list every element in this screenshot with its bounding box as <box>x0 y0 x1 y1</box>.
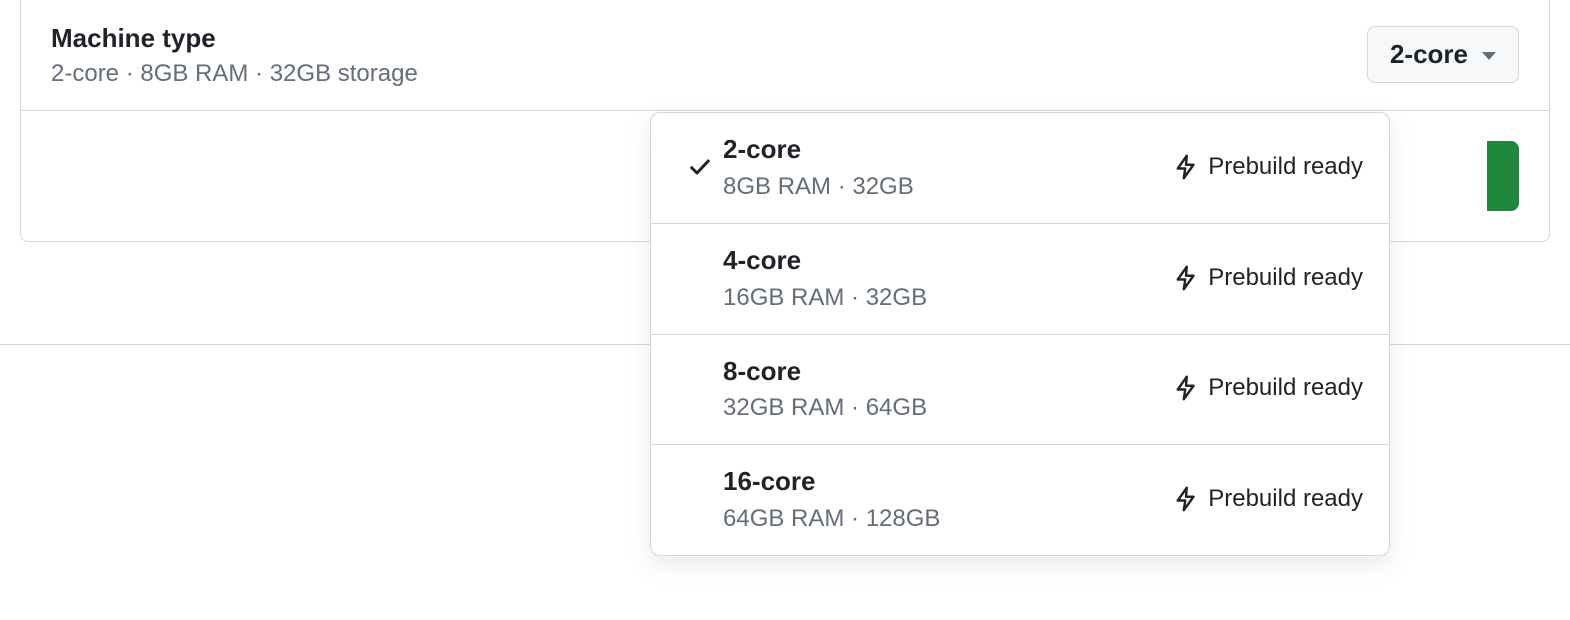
prebuild-label: Prebuild ready <box>1208 153 1363 181</box>
machine-type-title: Machine type <box>51 22 418 56</box>
prebuild-badge: Prebuild ready <box>1174 153 1363 181</box>
option-subtitle: 16GB RAM · 32GB <box>723 284 1174 312</box>
prebuild-badge: Prebuild ready <box>1174 264 1363 292</box>
prebuild-label: Prebuild ready <box>1208 374 1363 402</box>
prebuild-label: Prebuild ready <box>1208 485 1363 513</box>
prebuild-badge: Prebuild ready <box>1174 485 1363 513</box>
zap-icon <box>1174 154 1198 180</box>
zap-icon <box>1174 486 1198 512</box>
check-icon <box>688 155 712 179</box>
machine-option-16-core[interactable]: 16-core 64GB RAM · 128GB Prebuild ready <box>651 444 1389 555</box>
machine-option-4-core[interactable]: 4-core 16GB RAM · 32GB Prebuild ready <box>651 223 1389 334</box>
option-title: 4-core <box>723 244 1174 278</box>
selected-check <box>677 155 723 179</box>
machine-type-row: Machine type 2-core · 8GB RAM · 32GB sto… <box>21 0 1549 111</box>
machine-type-subtitle: 2-core · 8GB RAM · 32GB storage <box>51 60 418 88</box>
option-title: 8-core <box>723 355 1174 389</box>
machine-type-dropdown: 2-core 8GB RAM · 32GB Prebuild ready 4-c… <box>650 112 1390 556</box>
zap-icon <box>1174 375 1198 401</box>
option-title: 2-core <box>723 133 1174 167</box>
machine-type-selected-label: 2-core <box>1390 39 1468 70</box>
option-subtitle: 32GB RAM · 64GB <box>723 394 1174 422</box>
option-subtitle: 64GB RAM · 128GB <box>723 505 1174 533</box>
zap-icon <box>1174 265 1198 291</box>
machine-type-header: Machine type 2-core · 8GB RAM · 32GB sto… <box>51 22 418 88</box>
machine-option-2-core[interactable]: 2-core 8GB RAM · 32GB Prebuild ready <box>651 113 1389 223</box>
create-button[interactable] <box>1487 141 1519 211</box>
prebuild-label: Prebuild ready <box>1208 264 1363 292</box>
option-subtitle: 8GB RAM · 32GB <box>723 173 1174 201</box>
option-title: 16-core <box>723 465 1174 499</box>
machine-type-select-button[interactable]: 2-core <box>1367 26 1519 83</box>
chevron-down-icon <box>1482 52 1496 60</box>
machine-option-8-core[interactable]: 8-core 32GB RAM · 64GB Prebuild ready <box>651 334 1389 445</box>
prebuild-badge: Prebuild ready <box>1174 374 1363 402</box>
